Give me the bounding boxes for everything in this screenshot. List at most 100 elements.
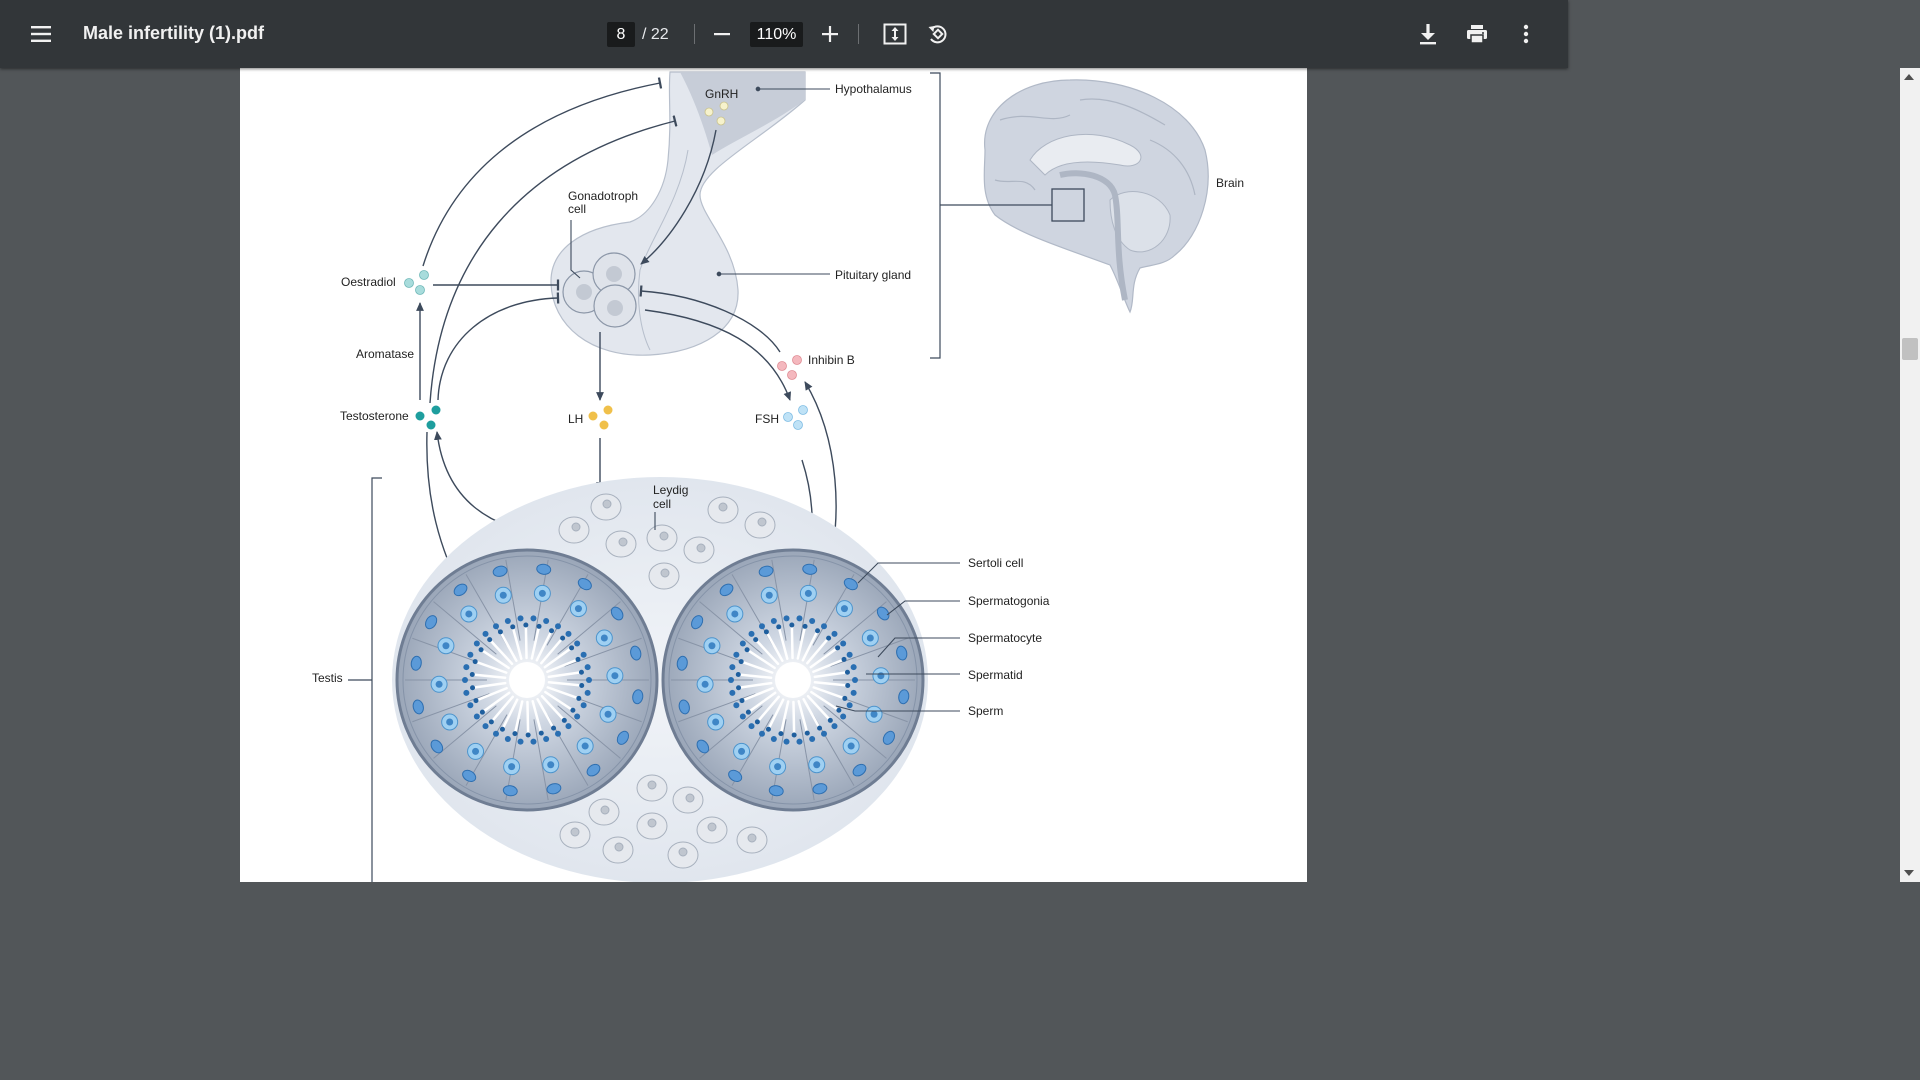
spermatocyte-nucleus bbox=[701, 680, 709, 688]
spermatid-cell bbox=[821, 623, 827, 630]
rotate-icon bbox=[928, 25, 947, 44]
zoom-out-button[interactable] bbox=[702, 14, 742, 54]
label-testis: Testis bbox=[312, 671, 343, 685]
spermatid-cell bbox=[852, 677, 858, 683]
sperm-head bbox=[472, 659, 478, 665]
inhibin-b-molecules bbox=[777, 355, 802, 380]
spermatid-cell bbox=[580, 702, 587, 709]
sperm-head bbox=[753, 637, 759, 643]
sperm-head bbox=[826, 635, 832, 641]
label-lh: LH bbox=[568, 412, 583, 426]
sperm-head bbox=[844, 669, 850, 675]
spermatid-cell bbox=[555, 623, 561, 630]
rotate-button[interactable] bbox=[918, 14, 958, 54]
spermatocyte-nucleus bbox=[708, 642, 716, 650]
spermatocyte-nucleus bbox=[870, 710, 878, 718]
spermatocyte-nucleus bbox=[499, 591, 507, 599]
more-vertical-icon bbox=[1523, 24, 1529, 44]
spermatid-cell bbox=[770, 618, 777, 625]
spermatid-cell bbox=[586, 677, 592, 683]
sperm-head bbox=[765, 726, 771, 732]
pdf-page: GnRH Hypothalamus Brain Gonadotroph cell… bbox=[240, 68, 1307, 882]
spermatid-cell bbox=[739, 713, 746, 720]
sperm-head bbox=[499, 726, 505, 732]
spermatid-cell bbox=[831, 630, 838, 637]
spermatid-cell bbox=[783, 615, 790, 622]
page-number-input[interactable]: 8 bbox=[607, 22, 635, 47]
spermatid-cell bbox=[796, 615, 803, 622]
pdf-viewer[interactable]: GnRH Hypothalamus Brain Gonadotroph cell… bbox=[0, 68, 1568, 882]
spermatid-cell bbox=[493, 623, 499, 630]
scroll-thumb[interactable] bbox=[1902, 338, 1918, 360]
toolbar-separator bbox=[694, 24, 695, 44]
spermatid-cell bbox=[728, 677, 734, 683]
spermatid-cell bbox=[504, 735, 511, 742]
sperm-head bbox=[802, 623, 808, 629]
sperm-head bbox=[827, 717, 833, 723]
spermatocyte-nucleus bbox=[738, 747, 746, 755]
scroll-up-arrow[interactable] bbox=[1904, 74, 1914, 80]
spermatid-cell bbox=[473, 640, 480, 647]
spermatocyte-nucleus bbox=[435, 680, 443, 688]
sperm-head bbox=[560, 635, 566, 641]
spermatocyte-nucleus bbox=[847, 742, 855, 750]
minus-icon bbox=[714, 33, 730, 36]
zoom-in-button[interactable] bbox=[810, 14, 850, 54]
spermatid-cell bbox=[759, 730, 765, 737]
sperm-tail bbox=[790, 623, 794, 660]
label-spermatid: Spermatid bbox=[968, 668, 1023, 682]
label-gnrh: GnRH bbox=[705, 87, 738, 101]
spermatid-cell bbox=[463, 689, 470, 696]
sperm-head bbox=[815, 628, 821, 634]
page-total: / 22 bbox=[642, 26, 669, 43]
vertical-scrollbar[interactable] bbox=[1900, 68, 1920, 882]
sperm-head bbox=[570, 707, 576, 713]
spermatid-cell bbox=[748, 630, 755, 637]
sperm-head bbox=[473, 698, 479, 704]
spermatid-cell bbox=[748, 723, 755, 730]
label-gonadotroph: Gonadotroph bbox=[568, 189, 638, 203]
spermatid-cell bbox=[840, 640, 847, 647]
spermatid-cell bbox=[517, 738, 524, 745]
spermatid-cell bbox=[517, 615, 524, 622]
spermatid-cell bbox=[733, 651, 740, 658]
sperm-head bbox=[479, 709, 485, 715]
spermatocyte-nucleus bbox=[813, 761, 821, 769]
spermatid-cell bbox=[530, 615, 537, 622]
menu-button[interactable] bbox=[21, 14, 61, 54]
sperm-head bbox=[754, 719, 760, 725]
spermatid-cell bbox=[759, 623, 765, 630]
sperm-head bbox=[470, 685, 476, 691]
spermatid-cell bbox=[565, 630, 572, 637]
zoom-level-input[interactable]: 110% bbox=[750, 22, 803, 47]
sperm-head bbox=[835, 645, 841, 651]
spermatid-cell bbox=[462, 677, 468, 683]
label-testosterone: Testosterone bbox=[340, 409, 409, 423]
sperm-tail bbox=[524, 623, 528, 660]
spermatid-cell bbox=[467, 702, 474, 709]
testis-bracket bbox=[348, 477, 382, 882]
spermatid-cell bbox=[473, 713, 480, 720]
sperm-head bbox=[735, 672, 741, 678]
more-actions-button[interactable] bbox=[1506, 14, 1546, 54]
fit-to-page-button[interactable] bbox=[875, 14, 915, 54]
print-button[interactable] bbox=[1457, 14, 1497, 54]
sperm-head bbox=[841, 656, 847, 662]
download-icon bbox=[1420, 24, 1436, 45]
sperm-head bbox=[510, 624, 516, 630]
spermatid-cell bbox=[729, 689, 736, 696]
sperm-head bbox=[739, 698, 745, 704]
sperm-head bbox=[763, 629, 769, 635]
spermatocyte-nucleus bbox=[600, 634, 608, 642]
spermatid-cell bbox=[555, 730, 561, 737]
sperm-head bbox=[776, 624, 782, 630]
spermatid-cell bbox=[809, 735, 816, 742]
label-leydig-cell: cell bbox=[653, 497, 671, 511]
download-button[interactable] bbox=[1408, 14, 1448, 54]
spermatid-cell bbox=[574, 640, 581, 647]
spermatocyte-nucleus bbox=[446, 718, 454, 726]
scroll-down-arrow[interactable] bbox=[1904, 870, 1914, 876]
sperm-head bbox=[551, 725, 557, 731]
sperm-head bbox=[549, 628, 555, 634]
label-sperm: Sperm bbox=[968, 704, 1003, 718]
